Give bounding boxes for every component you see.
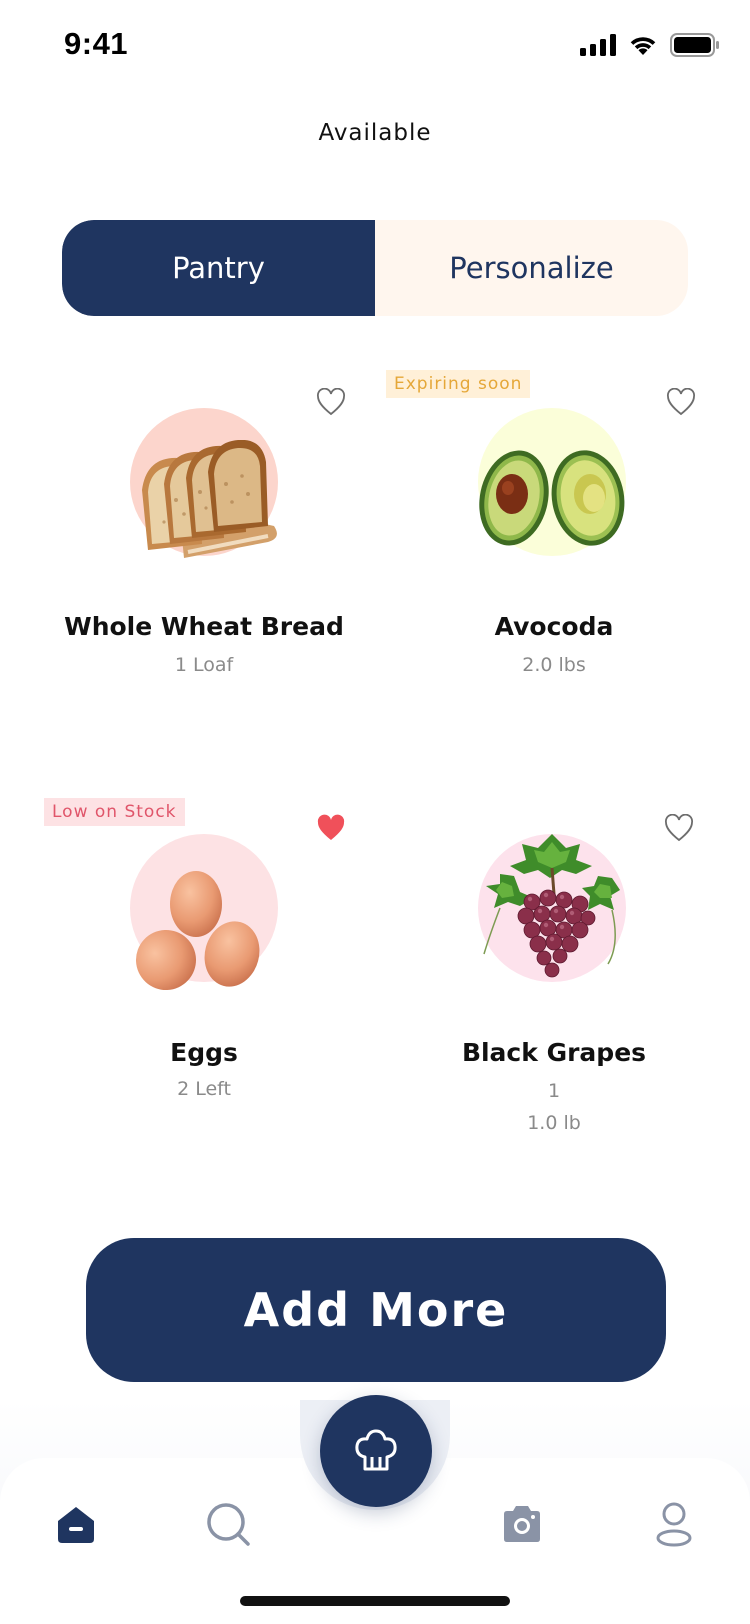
pantry-item-card[interactable]: Whole Wheat Bread 1 Loaf (34, 370, 374, 730)
battery-icon (670, 33, 719, 57)
pantry-item-card[interactable]: Low on Stock Eggs 2 Left (34, 796, 374, 1156)
item-name: Black Grapes (461, 1038, 647, 1067)
chef-hat-icon (355, 1429, 397, 1471)
item-quantity: 1 Loaf (174, 654, 234, 676)
item-name: Whole Wheat Bread (64, 612, 344, 641)
item-name: Eggs (170, 1038, 238, 1067)
heart-filled-icon[interactable] (316, 814, 346, 842)
heart-outline-icon[interactable] (666, 388, 696, 416)
signal-icon (580, 34, 616, 56)
home-icon (58, 1507, 94, 1543)
grapes-image (483, 834, 620, 978)
item-quantity: 1 (547, 1080, 561, 1102)
pantry-item-card[interactable]: Black Grapes 1 1.0 lb (384, 796, 724, 1156)
eggs-image (136, 871, 260, 990)
nav-camera[interactable] (498, 1500, 546, 1548)
pantry-tabs: Pantry Personalize (62, 220, 688, 316)
status-icons (580, 32, 720, 58)
add-more-button[interactable]: Add More (86, 1238, 666, 1382)
expiring-soon-tag: Expiring soon (386, 370, 531, 398)
page-title: Available (318, 120, 432, 146)
pantry-item-card[interactable]: Expiring soon Avocoda 2.0 lbs (384, 370, 724, 730)
heart-outline-icon[interactable] (316, 388, 346, 416)
heart-outline-icon[interactable] (664, 814, 694, 842)
nav-home[interactable] (52, 1500, 100, 1548)
avocado-image (479, 450, 625, 546)
profile-icon (656, 1502, 692, 1547)
camera-icon (504, 1506, 540, 1542)
nav-search[interactable] (204, 1500, 252, 1548)
item-weight: 1.0 lb (527, 1112, 581, 1134)
item-quantity: 2.0 lbs (522, 654, 586, 676)
bread-image (142, 440, 277, 558)
tab-personalize[interactable]: Personalize (375, 220, 688, 316)
wifi-icon (630, 37, 656, 55)
search-icon (207, 1503, 250, 1546)
low-on-stock-tag: Low on Stock (44, 798, 185, 826)
tab-pantry[interactable]: Pantry (62, 220, 375, 316)
nav-profile[interactable] (650, 1500, 698, 1548)
home-indicator (240, 1596, 510, 1606)
status-bar: 9:41 (0, 0, 750, 90)
item-name: Avocoda (494, 612, 614, 641)
item-quantity: 2 Left (177, 1078, 231, 1100)
recipes-button[interactable] (320, 1395, 432, 1507)
status-time: 9:41 (64, 26, 129, 61)
